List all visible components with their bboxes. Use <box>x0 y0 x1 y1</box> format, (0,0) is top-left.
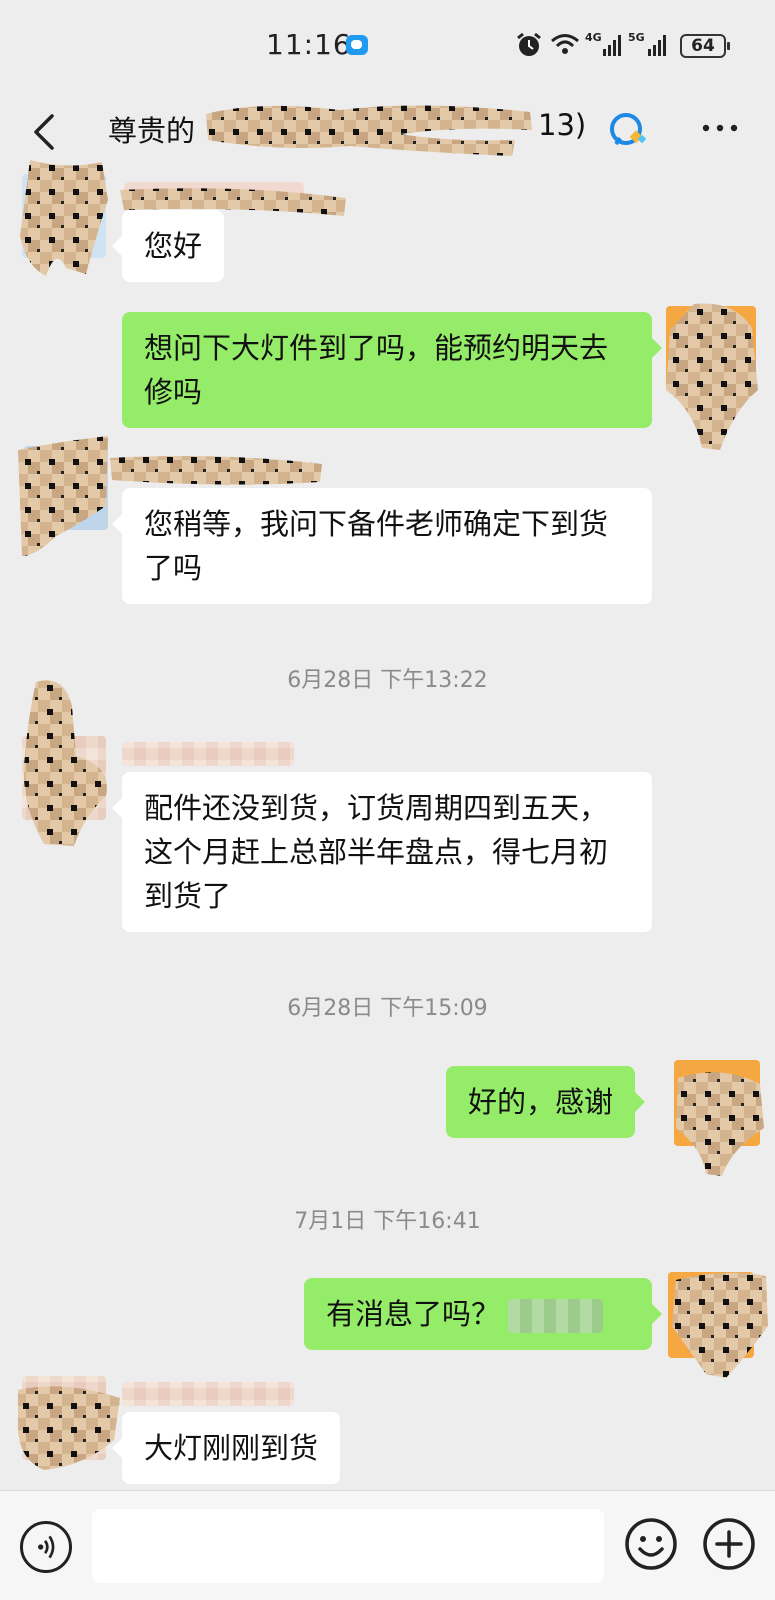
wifi-icon <box>551 34 579 54</box>
signal-4g-icon: 4G <box>585 31 621 56</box>
message-bubble-incoming[interactable]: 大灯刚刚到货 <box>111 1412 341 1484</box>
message-bubble-incoming[interactable]: 您好 <box>111 210 225 282</box>
message-bubble-outgoing[interactable]: 有消息了吗？ <box>304 1278 662 1350</box>
message-input[interactable] <box>92 1509 604 1583</box>
message-bubble-outgoing[interactable]: 好的，感谢 <box>446 1066 646 1138</box>
redacted-emoji <box>508 1299 604 1333</box>
battery-indicator: 64 <box>680 34 730 58</box>
redacted-group-name <box>206 105 532 156</box>
back-icon[interactable] <box>30 112 60 152</box>
avatar[interactable] <box>14 676 114 848</box>
message-timestamp: 7月1日 下午16:41 <box>294 1209 481 1234</box>
avatar[interactable] <box>16 156 112 278</box>
avatar[interactable] <box>666 1266 770 1380</box>
status-bar: 11:16 4G 5G 64 <box>0 0 775 92</box>
emoji-icon[interactable] <box>624 1517 678 1571</box>
voice-icon[interactable] <box>20 1521 72 1573</box>
chat-title: 尊贵的 <box>108 114 196 148</box>
clock: 11:16 <box>266 28 352 61</box>
plus-icon[interactable] <box>702 1517 756 1571</box>
avatar[interactable] <box>672 1058 766 1178</box>
message-bubble-incoming[interactable]: 您稍等，我问下备件老师确定下到货了吗 <box>112 488 652 604</box>
avatar[interactable] <box>16 426 112 558</box>
chat-header: 尊贵的 13) <box>0 92 775 172</box>
avatar[interactable] <box>664 300 764 452</box>
avatar[interactable] <box>14 1370 124 1474</box>
network-4g-label: 4G <box>585 31 602 44</box>
member-count: 13) <box>538 108 587 142</box>
message-input-bar <box>0 1490 775 1600</box>
alarm-icon <box>517 32 541 56</box>
chat-notification-icon <box>346 35 368 55</box>
signal-5g-icon: 5G <box>628 31 666 56</box>
message-bubble-incoming[interactable]: 配件还没到货，订货周期四到五天，这个月赶上总部半年盘点，得七月初到货了 <box>112 772 652 932</box>
message-bubble-outgoing[interactable]: 想问下大灯件到了吗，能预约明天去修吗 <box>122 312 662 428</box>
group-chat-icon[interactable] <box>606 110 650 150</box>
more-icon[interactable] <box>700 118 740 138</box>
message-timestamp: 6月28日 下午15:09 <box>287 996 488 1021</box>
message-timestamp: 6月28日 下午13:22 <box>287 668 488 693</box>
network-5g-label: 5G <box>628 31 645 44</box>
message-text: 有消息了吗？ <box>326 1297 501 1331</box>
